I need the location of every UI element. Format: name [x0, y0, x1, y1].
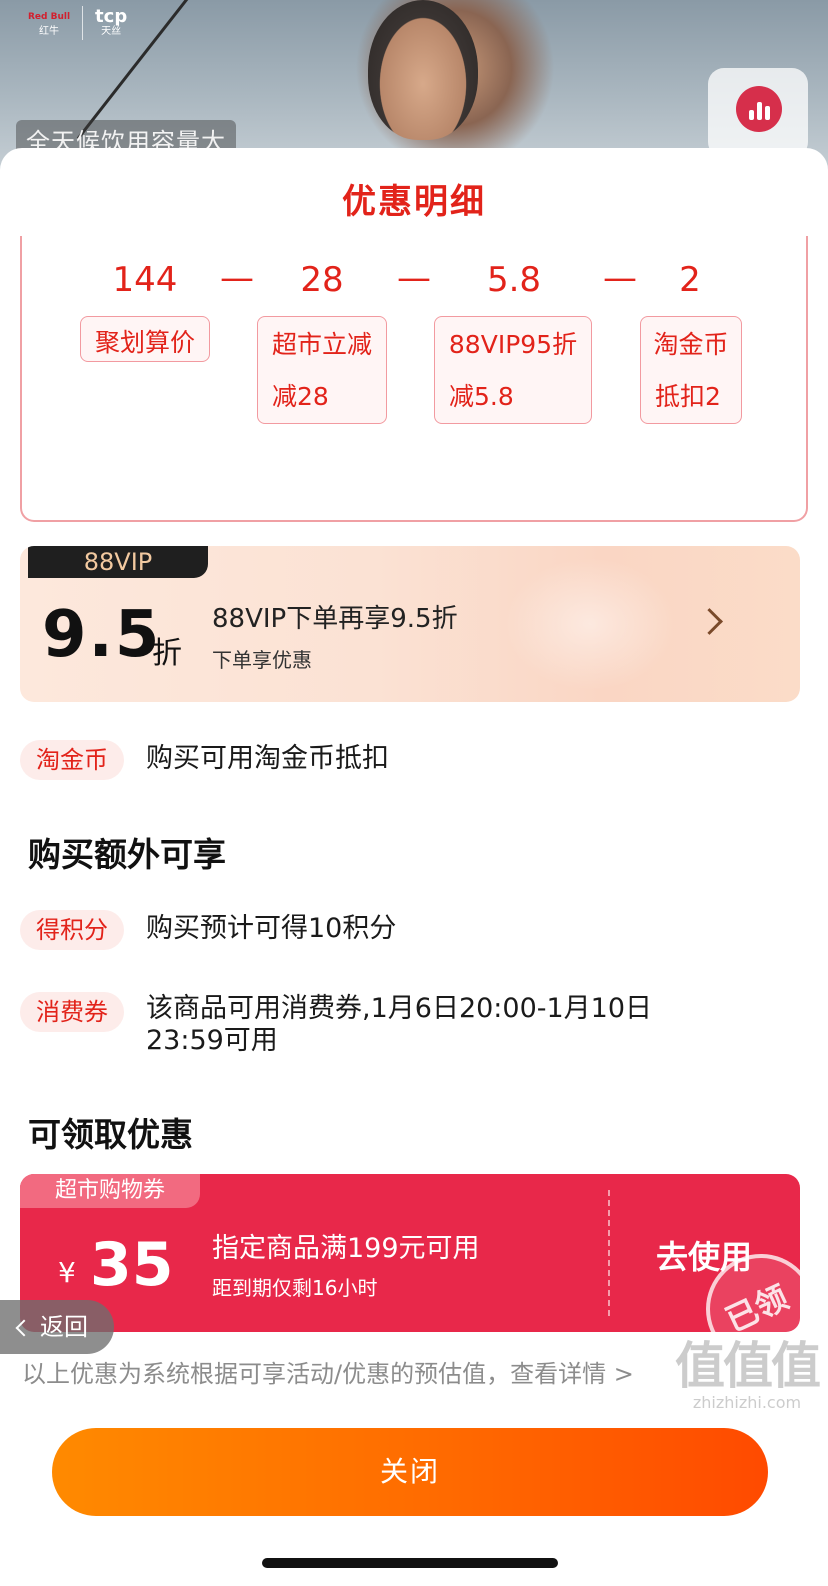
- close-button[interactable]: 关闭: [52, 1428, 768, 1516]
- vip-discount-card[interactable]: 88VIP 9.5 折 88VIP下单再享9.5折 下单享优惠: [20, 546, 800, 702]
- vip-tag: 88VIP: [28, 546, 208, 578]
- home-indicator: [262, 1558, 558, 1568]
- chip-juhuasuan: 聚划算价: [80, 316, 210, 362]
- estimate-note-link[interactable]: 以上优惠为系统根据可享活动/优惠的预估值，查看详情 >: [22, 1354, 634, 1389]
- logo-divider: [82, 6, 84, 40]
- redbull-logo-mark: Red Bull: [28, 12, 71, 22]
- calc-minus-1: —: [220, 258, 254, 298]
- voucher-pill: 消费券: [20, 992, 124, 1032]
- tcp-logo-mark: tcp: [95, 6, 128, 27]
- calc-minus-3: —: [603, 258, 637, 298]
- coupon-condition: 指定商品满199元可用: [212, 1233, 480, 1264]
- vip-discount-value: 9.5: [42, 598, 162, 672]
- vip-decoration: [490, 546, 690, 702]
- vip-subtitle: 下单享优惠: [212, 648, 312, 672]
- chip-vip: 88VIP95折 减5.8: [434, 316, 592, 424]
- coupon-tag: 超市购物券: [20, 1174, 200, 1208]
- chip-sub: 减28: [272, 382, 329, 411]
- chip-taojinbi: 淘金币 抵扣2: [640, 316, 742, 424]
- tcp-logo: tcp 天丝: [95, 8, 127, 38]
- redbull-logo-label: 红牛: [39, 26, 60, 37]
- coupon-divider: [608, 1190, 610, 1316]
- back-button[interactable]: 返回: [0, 1300, 114, 1354]
- bar-chart-icon: [736, 86, 782, 132]
- points-text: 购买预计可得10积分: [146, 913, 397, 944]
- product-ad-banner: Red Bull 红牛 tcp 天丝 全天候饮用容量大: [0, 0, 828, 170]
- watermark-logo: 值值值: [675, 1337, 821, 1395]
- chip-title: 超市立减: [271, 330, 372, 359]
- site-watermark: 值值值 zhizhizhi.com: [672, 1338, 822, 1412]
- chip-supermarket: 超市立减 减28: [257, 316, 387, 424]
- calc-minus-2: —: [397, 258, 431, 298]
- claimable-section-title: 可领取优惠: [28, 1115, 193, 1154]
- vip-title: 88VIP下单再享9.5折: [212, 604, 458, 634]
- back-label: 返回: [40, 1313, 88, 1341]
- calc-value-original: 144: [112, 260, 178, 300]
- calc-value-supermarket: 28: [300, 260, 344, 300]
- vip-discount-unit: 折: [152, 636, 182, 671]
- chip-title: 淘金币: [653, 330, 729, 359]
- chip-sub: 减5.8: [449, 382, 514, 411]
- chip-title: 88VIP95折: [448, 330, 578, 359]
- brand-logos: Red Bull 红牛 tcp 天丝: [28, 6, 127, 40]
- coupon-amount: 35: [90, 1230, 174, 1300]
- coupon-currency: ¥: [58, 1256, 76, 1289]
- watermark-url: zhizhizhi.com: [692, 1393, 802, 1412]
- redbull-logo: Red Bull 红牛: [28, 8, 70, 38]
- sheet-title: 优惠明细: [342, 182, 486, 222]
- calc-value-vip: 5.8: [486, 260, 542, 300]
- extra-section-title: 购买额外可享: [28, 835, 226, 874]
- calc-value-coins: 2: [679, 260, 701, 300]
- taojinbi-pill: 淘金币: [20, 740, 124, 780]
- chip-title: 聚划算价: [94, 328, 195, 357]
- banner-person-head: [368, 0, 478, 140]
- chevron-right-icon: [696, 608, 723, 635]
- coupon-expire: 距到期仅剩16小时: [212, 1276, 378, 1300]
- claimed-stamp-label: 已领: [719, 1278, 794, 1332]
- supermarket-coupon[interactable]: 超市购物券 ¥ 35 指定商品满199元可用 距到期仅剩16小时 去使用 已领: [20, 1174, 800, 1332]
- chevron-left-icon: [15, 1319, 33, 1337]
- chip-sub: 抵扣2: [655, 382, 721, 411]
- points-pill: 得积分: [20, 910, 124, 950]
- taojinbi-text: 购买可用淘金币抵扣: [146, 743, 389, 774]
- voucher-text-line2: 23:59可用: [146, 1025, 278, 1056]
- chart-button[interactable]: [708, 68, 808, 158]
- tcp-logo-label: 天丝: [101, 26, 122, 37]
- voucher-text: 该商品可用消费券,1月6日20:00-1月10日: [146, 993, 653, 1024]
